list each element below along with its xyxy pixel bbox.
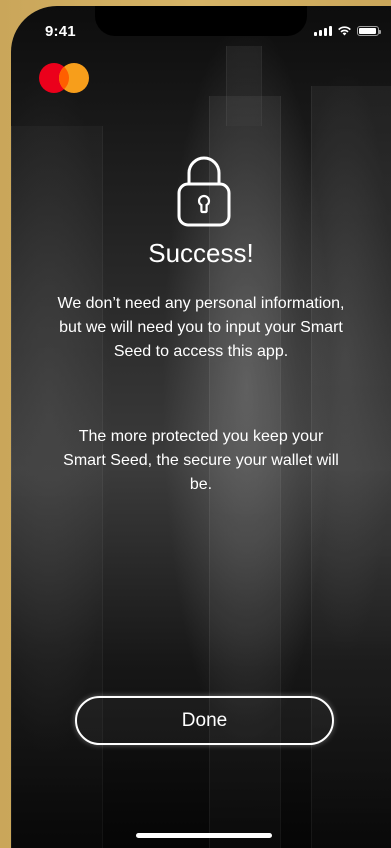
done-button[interactable]: Done [75, 696, 334, 745]
wifi-icon [338, 26, 351, 36]
device-notch [95, 6, 307, 36]
cellular-signal-icon [314, 25, 332, 36]
device-frame: 9:41 Success! We don’t need any personal… [0, 0, 391, 848]
background-building-spire [226, 46, 262, 126]
info-paragraph-personal: We don’t need any personal information, … [57, 295, 345, 360]
home-indicator[interactable] [136, 833, 272, 838]
battery-icon [357, 25, 381, 36]
app-screen: 9:41 Success! We don’t need any personal… [11, 6, 391, 848]
mastercard-logo-icon [39, 63, 89, 93]
status-icons [314, 25, 381, 36]
padlock-icon [177, 156, 231, 227]
info-paragraph-security: The more protected you keep your Smart S… [63, 428, 339, 493]
page-title: Success! [148, 238, 254, 268]
status-time: 9:41 [45, 23, 76, 40]
